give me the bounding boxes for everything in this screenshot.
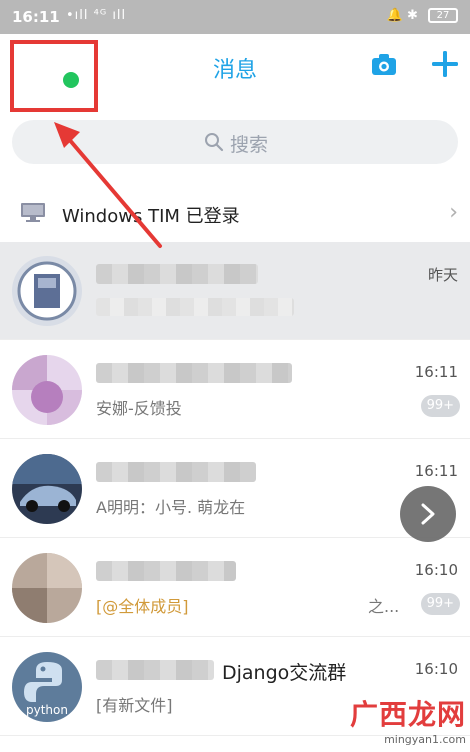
header: 消息 [0, 34, 470, 112]
chat-name-blurred [96, 660, 214, 680]
avatar [12, 355, 82, 425]
python-avatar: python [12, 652, 82, 722]
chat-preview: [有新文件] [96, 696, 173, 715]
battery-level: 27 [436, 10, 450, 21]
chat-list-item[interactable]: [@全体成员] 之... 16:10 99+ [0, 539, 470, 637]
search-icon [205, 133, 224, 152]
chat-list-item[interactable]: A明明：小号. 萌龙在 16:11 [0, 440, 470, 538]
chat-name: Django交流群 [222, 662, 347, 684]
chat-preview-blurred [96, 298, 294, 316]
status-time: 16:11 [12, 8, 60, 26]
notification-icon: 🔔 ✱ [386, 8, 418, 23]
chat-time: 16:10 [414, 561, 458, 579]
chat-name-blurred [96, 264, 258, 284]
chat-time: 16:10 [414, 660, 458, 678]
float-next-button[interactable] [400, 486, 456, 542]
chat-list-item[interactable]: 昨天 [0, 242, 470, 340]
plus-icon[interactable] [430, 49, 460, 79]
avatar [12, 454, 82, 524]
chat-name-blurred [96, 462, 256, 482]
status-bar: 16:11 •ıll ⁴ᴳ ıll 🔔 ✱ 27 [0, 0, 470, 34]
unread-badge: 99+ [420, 593, 460, 615]
status-right: 🔔 ✱ 27 [387, 8, 458, 23]
tim-login-row[interactable]: Windows TIM 已登录 › [0, 188, 470, 240]
chevron-right-icon [421, 503, 435, 525]
chevron-right-icon: › [449, 200, 458, 225]
page-title: 消息 [212, 58, 257, 83]
search-placeholder: 搜索 [230, 134, 269, 156]
chat-time: 16:11 [414, 363, 458, 381]
tim-login-label: Windows TIM 已登录 [62, 206, 240, 227]
watermark-url: mingyan1.com [384, 733, 466, 746]
chat-preview: A明明：小号. 萌龙在 [96, 498, 246, 517]
watermark: 广西龙网 mingyan1.com [350, 693, 466, 746]
chat-preview-suffix: 之... [368, 597, 400, 616]
avatar [12, 256, 82, 326]
chat-name-blurred [96, 561, 236, 581]
chat-preview: 安娜-反馈投 [96, 399, 182, 418]
chat-name-blurred [96, 363, 292, 383]
signal-icon: •ıll ⁴ᴳ ıll [66, 8, 127, 23]
unread-badge: 99+ [420, 395, 460, 417]
chat-time: 昨天 [427, 266, 458, 284]
watermark-logo: 广西龙网 [349, 698, 466, 731]
python-avatar-text: python [26, 703, 68, 717]
chat-list-item[interactable]: 安娜-反馈投 16:11 99+ [0, 341, 470, 439]
chat-time: 16:11 [414, 462, 458, 480]
chat-preview: [@全体成员] [96, 597, 189, 616]
search-bar[interactable]: 搜索 [12, 120, 458, 164]
avatar [12, 553, 82, 623]
camera-icon[interactable] [371, 54, 397, 76]
battery-icon: 27 [428, 8, 458, 23]
desktop-icon [21, 203, 45, 222]
